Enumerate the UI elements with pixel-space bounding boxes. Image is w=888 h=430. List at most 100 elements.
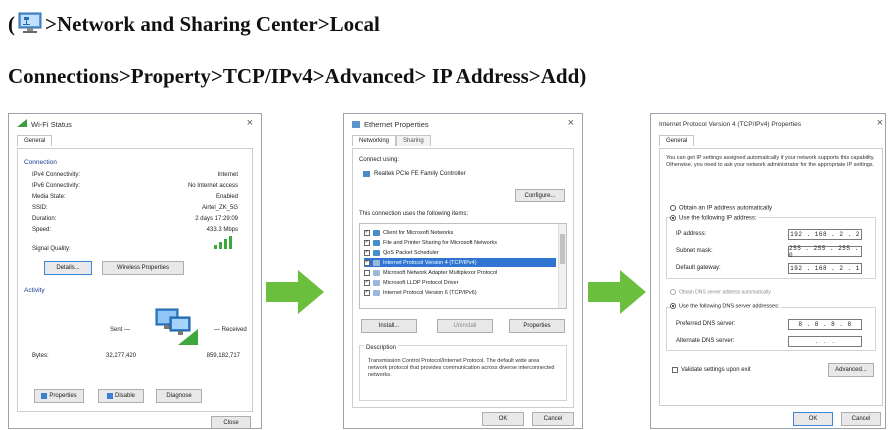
bytes-received-value: 859,182,717 (206, 353, 240, 359)
radio-button[interactable] (670, 303, 676, 309)
ethernet-properties-window: Ethernet Properties × Networking Sharing… (343, 113, 583, 429)
network-monitor-icon (17, 12, 43, 34)
network-client-icon (373, 249, 380, 256)
ssid-label: SSID: (32, 205, 48, 211)
checkbox[interactable]: ✓ (364, 229, 370, 236)
preferred-dns-field[interactable]: 8 . 8 . 8 . 8 (788, 319, 862, 330)
uninstall-button[interactable]: Uninstall (437, 319, 493, 333)
checkbox[interactable]: ✓ (364, 259, 370, 266)
list-item-label: Internet Protocol Version 6 (TCP/IPv6) (383, 289, 477, 296)
intro-text: You can get IP settings assigned automat… (666, 155, 875, 168)
install-button[interactable]: Install... (361, 319, 417, 333)
tcpip-general-panel: You can get IP settings assigned automat… (659, 148, 883, 406)
bytes-label: Bytes: (32, 353, 49, 359)
description-label: Description (364, 345, 399, 351)
checkbox[interactable] (364, 269, 370, 276)
list-item[interactable]: ✓ QoS Packet Scheduler (364, 248, 556, 257)
checkbox[interactable]: ✓ (364, 279, 370, 286)
default-gateway-field[interactable]: 192 . 168 . 2 . 1 (788, 263, 862, 274)
close-button[interactable]: Close (211, 416, 251, 428)
alternate-dns-field[interactable]: . . . (788, 336, 862, 347)
heading-path-1: >Network and Sharing Center>Local (45, 12, 380, 36)
use-following-ip-radio[interactable]: Use the following IP address: (670, 215, 759, 222)
diagnose-button[interactable]: Diagnose (156, 389, 202, 403)
close-icon[interactable]: × (568, 117, 574, 129)
radio-button[interactable] (670, 205, 676, 211)
radio-button[interactable] (670, 289, 676, 295)
cancel-button[interactable]: Cancel (532, 412, 574, 426)
details-button[interactable]: Details... (44, 261, 92, 275)
scrollbar-thumb[interactable] (560, 234, 565, 264)
advanced-button[interactable]: Advanced... (828, 363, 874, 377)
subnet-mask-label: Subnet mask: (676, 248, 713, 254)
adapter-icon (363, 171, 370, 177)
tab-general[interactable]: General (17, 135, 53, 146)
obtain-ip-auto-radio[interactable]: Obtain an IP address automatically (670, 205, 772, 212)
ethernet-icon (352, 120, 360, 128)
speed-label: Speed: (32, 227, 52, 233)
list-item[interactable]: ✓ Client for Microsoft Networks (364, 228, 556, 237)
configure-button[interactable]: Configure... (515, 189, 565, 202)
duration-value: 2 days 17:29:09 (195, 216, 238, 222)
ethernet-title: Ethernet Properties (364, 119, 429, 129)
close-icon[interactable]: × (877, 117, 883, 129)
media-state-label: Media State: (32, 194, 66, 200)
wifi-general-panel: Connection IPv4 Connectivity: Internet I… (17, 148, 253, 412)
tab-general[interactable]: General (659, 135, 695, 146)
list-item-label: Client for Microsoft Networks (383, 229, 454, 236)
received-text: Received (221, 327, 247, 333)
sent-text: Sent (110, 327, 123, 333)
bytes-sent-value: 32,277,420 (106, 353, 137, 359)
tcpip-properties-window: Internet Protocol Version 4 (TCP/IPv4) P… (650, 113, 886, 429)
wireless-properties-button[interactable]: Wireless Properties (102, 261, 184, 275)
signal-bars-icon (214, 235, 236, 251)
dns-auto-radio[interactable]: Obtain DNS server address automatically (670, 289, 771, 295)
checkbox[interactable]: ✓ (364, 239, 370, 246)
received-label: — Received (214, 327, 247, 333)
checkbox[interactable]: ✓ (364, 249, 370, 256)
list-item[interactable]: Microsoft Network Adapter Multiplexor Pr… (364, 268, 556, 277)
ipv4-value: Internet (217, 172, 238, 178)
properties-button[interactable]: Properties (34, 389, 84, 403)
protocol-icon (373, 279, 380, 286)
validate-label: Validate settings upon exit (681, 367, 751, 373)
tab-sharing[interactable]: Sharing (396, 135, 431, 146)
speed-value: 433.3 Mbps (206, 227, 238, 233)
list-scrollbar[interactable] (558, 224, 566, 308)
disable-text: Disable (114, 393, 135, 399)
disable-button[interactable]: Disable (98, 389, 144, 403)
properties-text: Properties (49, 393, 77, 399)
close-icon[interactable]: × (247, 117, 253, 129)
ok-button[interactable]: OK (482, 412, 524, 426)
subnet-mask-field[interactable]: 255 . 255 . 255 . 0 (788, 245, 862, 259)
dns-following-radio[interactable]: Use the following DNS server addresses: (670, 303, 782, 310)
list-item-label: Internet Protocol Version 4 (TCP/IPv4) (383, 259, 477, 266)
validate-checkbox-row[interactable]: Validate settings upon exit (672, 367, 751, 373)
wifi-status-title: Wi-Fi Status (31, 119, 72, 129)
list-item[interactable]: ✓ Microsoft LLDP Protocol Driver (364, 278, 556, 287)
cancel-button[interactable]: Cancel (841, 412, 881, 426)
validate-checkbox[interactable] (672, 367, 678, 373)
tab-networking[interactable]: Networking (352, 135, 397, 146)
list-item[interactable]: ✓ Internet Protocol Version 6 (TCP/IPv6) (364, 288, 556, 297)
preferred-dns-label: Preferred DNS server: (676, 321, 736, 327)
activity-section-label: Activity (24, 287, 45, 294)
wifi-signal-icon (17, 119, 27, 129)
ipv4-label: IPv4 Connectivity: (32, 172, 81, 178)
ip-address-field[interactable]: 192 . 168 . 2 . 2 (788, 229, 862, 240)
networking-panel: Connect using: Realtek PCIe FE Family Co… (352, 148, 574, 408)
heading-line-2: Connections>Property>TCP/IPv4>Advanced> … (8, 64, 587, 88)
components-list[interactable]: ✓ Client for Microsoft Networks ✓ File and… (359, 223, 567, 309)
properties-button[interactable]: Properties (509, 319, 565, 333)
checkbox[interactable]: ✓ (364, 289, 370, 296)
ok-button[interactable]: OK (793, 412, 833, 426)
tcpip-titlebar: Internet Protocol Version 4 (TCP/IPv4) P… (651, 114, 885, 134)
list-item-label: File and Printer Sharing for Microsoft N… (383, 239, 498, 246)
media-state-value: Enabled (215, 194, 238, 200)
default-gateway-label: Default gateway: (676, 265, 721, 271)
connect-using-label: Connect using: (359, 157, 400, 163)
list-item-selected[interactable]: ✓ Internet Protocol Version 4 (TCP/IPv4) (364, 258, 556, 267)
radio-button[interactable] (670, 215, 676, 221)
description-text: Transmission Control Protocol/Internet P… (368, 358, 555, 378)
list-item[interactable]: ✓ File and Printer Sharing for Microsoft … (364, 238, 556, 247)
